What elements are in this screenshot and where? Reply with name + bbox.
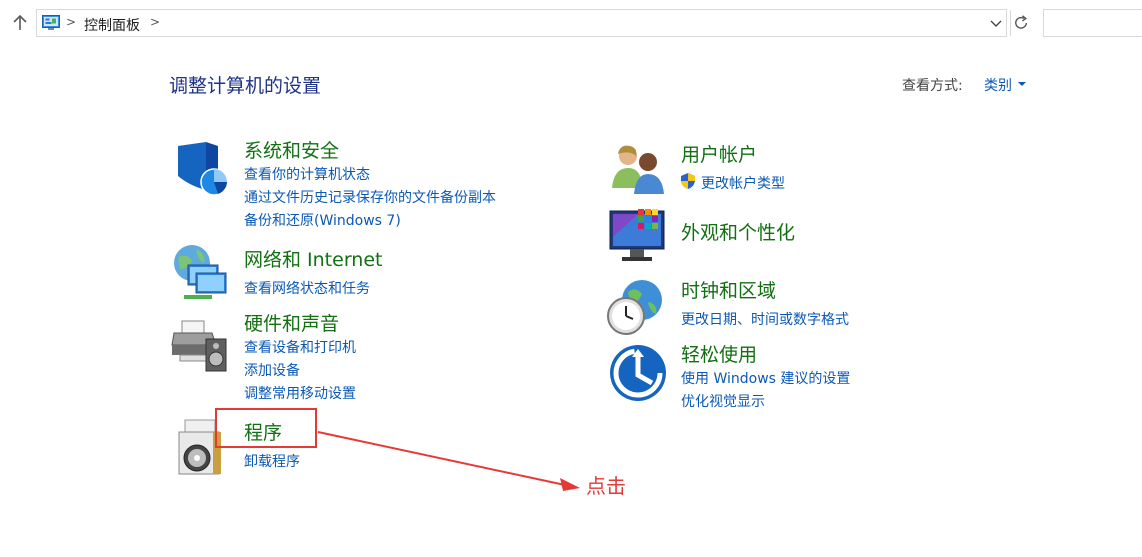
- annotation-label: 点击: [586, 474, 626, 498]
- link-recommended-settings[interactable]: 使用 Windows 建议的设置: [681, 368, 850, 388]
- address-bar[interactable]: > 控制面板 >: [36, 9, 1007, 37]
- link-add-device[interactable]: 添加设备: [244, 360, 300, 380]
- link-uninstall-program[interactable]: 卸载程序: [244, 451, 300, 471]
- clock-globe-icon[interactable]: [606, 278, 666, 338]
- link-change-account-type[interactable]: 更改帐户类型: [701, 173, 785, 193]
- link-file-history-backup[interactable]: 通过文件历史记录保存你的文件备份副本: [244, 187, 496, 207]
- category-hardware-sound[interactable]: 硬件和声音: [244, 309, 339, 336]
- ease-of-access-icon[interactable]: [608, 343, 668, 403]
- breadcrumb-separator[interactable]: >: [66, 15, 76, 29]
- link-optimize-visual-display[interactable]: 优化视觉显示: [681, 391, 765, 411]
- uac-shield-icon: [681, 173, 695, 189]
- shield-icon[interactable]: [172, 140, 232, 200]
- printer-speaker-icon[interactable]: [170, 315, 230, 375]
- breadcrumb-control-panel[interactable]: 控制面板: [84, 15, 140, 35]
- view-by-caret-icon[interactable]: [1018, 82, 1026, 86]
- link-devices-printers[interactable]: 查看设备和打印机: [244, 337, 356, 357]
- breadcrumb-separator[interactable]: >: [150, 15, 160, 29]
- control-panel-icon: [42, 15, 60, 30]
- link-view-computer-status[interactable]: 查看你的计算机状态: [244, 164, 370, 184]
- highlight-box: [215, 408, 317, 448]
- category-clock-region[interactable]: 时钟和区域: [681, 276, 776, 303]
- link-backup-restore[interactable]: 备份和还原(Windows 7): [244, 210, 401, 230]
- view-by-label: 查看方式:: [902, 78, 963, 94]
- page-title: 调整计算机的设置: [169, 75, 322, 97]
- network-globe-icon[interactable]: [170, 243, 230, 303]
- category-network-internet[interactable]: 网络和 Internet: [244, 245, 382, 272]
- category-system-security[interactable]: 系统和安全: [244, 136, 339, 163]
- chevron-down-icon[interactable]: [989, 15, 1003, 31]
- users-icon[interactable]: [608, 140, 668, 200]
- refresh-icon[interactable]: [1010, 10, 1032, 36]
- category-user-accounts[interactable]: 用户帐户: [681, 140, 757, 167]
- link-mobility-settings[interactable]: 调整常用移动设置: [244, 383, 356, 403]
- view-by-dropdown[interactable]: 类别: [984, 75, 1012, 95]
- up-arrow-icon[interactable]: [10, 13, 30, 33]
- search-input[interactable]: [1043, 9, 1142, 37]
- category-ease-of-access[interactable]: 轻松使用: [681, 340, 757, 367]
- category-appearance[interactable]: 外观和个性化: [681, 218, 795, 245]
- link-change-date-time-format[interactable]: 更改日期、时间或数字格式: [681, 309, 849, 329]
- link-network-status[interactable]: 查看网络状态和任务: [244, 278, 370, 298]
- appearance-monitor-icon[interactable]: [608, 207, 668, 267]
